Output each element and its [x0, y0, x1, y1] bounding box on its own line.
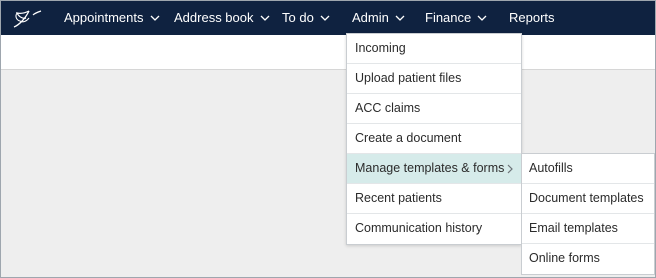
chevron-down-icon [260, 15, 269, 21]
top-navbar: Appointments Address book To do Admin Fi… [0, 0, 656, 35]
nav-admin-label: Admin [352, 10, 389, 25]
submenu-item-label: Email templates [529, 221, 618, 235]
chevron-down-icon [395, 15, 405, 21]
nav-to-do-label: To do [282, 10, 314, 25]
nav-reports-label: Reports [509, 10, 555, 25]
menu-item-label: ACC claims [355, 101, 421, 115]
nav-finance-label: Finance [425, 10, 472, 25]
submenu-item-email-templates[interactable]: Email templates [522, 214, 654, 244]
menu-item-label: Incoming [355, 41, 406, 55]
menu-item-label: Recent patients [355, 191, 442, 205]
chevron-down-icon [477, 15, 487, 21]
menu-item-label: Upload patient files [355, 71, 462, 85]
menu-item-incoming[interactable]: Incoming [347, 34, 521, 64]
nav-to-do[interactable]: To do [282, 0, 330, 35]
submenu-item-label: Autofills [529, 161, 573, 175]
menu-item-manage-templates-forms[interactable]: Manage templates & forms [347, 154, 521, 184]
nav-address-book[interactable]: Address book [174, 0, 270, 35]
submenu-item-online-forms[interactable]: Online forms [522, 244, 654, 274]
admin-dropdown-menu: Incoming Upload patient files ACC claims… [346, 33, 522, 245]
nav-admin[interactable]: Admin [352, 0, 405, 35]
menu-item-acc-claims[interactable]: ACC claims [347, 94, 521, 124]
templates-submenu: Autofills Document templates Email templ… [521, 153, 655, 275]
secondary-bar [0, 35, 656, 70]
nav-appointments[interactable]: Appointments [64, 0, 160, 35]
chevron-right-icon [507, 164, 513, 174]
submenu-item-document-templates[interactable]: Document templates [522, 184, 654, 214]
menu-item-upload-patient-files[interactable]: Upload patient files [347, 64, 521, 94]
nav-appointments-label: Appointments [64, 10, 144, 25]
chevron-down-icon [320, 15, 330, 21]
menu-item-communication-history[interactable]: Communication history [347, 214, 521, 244]
nav-address-book-label: Address book [174, 10, 254, 25]
nav-reports[interactable]: Reports [509, 0, 555, 35]
menu-item-label: Communication history [355, 221, 483, 235]
feather-logo-icon[interactable] [11, 5, 45, 31]
submenu-item-autofills[interactable]: Autofills [522, 154, 654, 184]
nav-finance[interactable]: Finance [425, 0, 487, 35]
submenu-item-label: Online forms [529, 251, 600, 265]
chevron-down-icon [150, 15, 159, 21]
menu-item-recent-patients[interactable]: Recent patients [347, 184, 521, 214]
menu-item-label: Manage templates & forms [355, 161, 505, 175]
menu-item-create-document[interactable]: Create a document [347, 124, 521, 154]
submenu-item-label: Document templates [529, 191, 644, 205]
menu-item-label: Create a document [355, 131, 462, 145]
